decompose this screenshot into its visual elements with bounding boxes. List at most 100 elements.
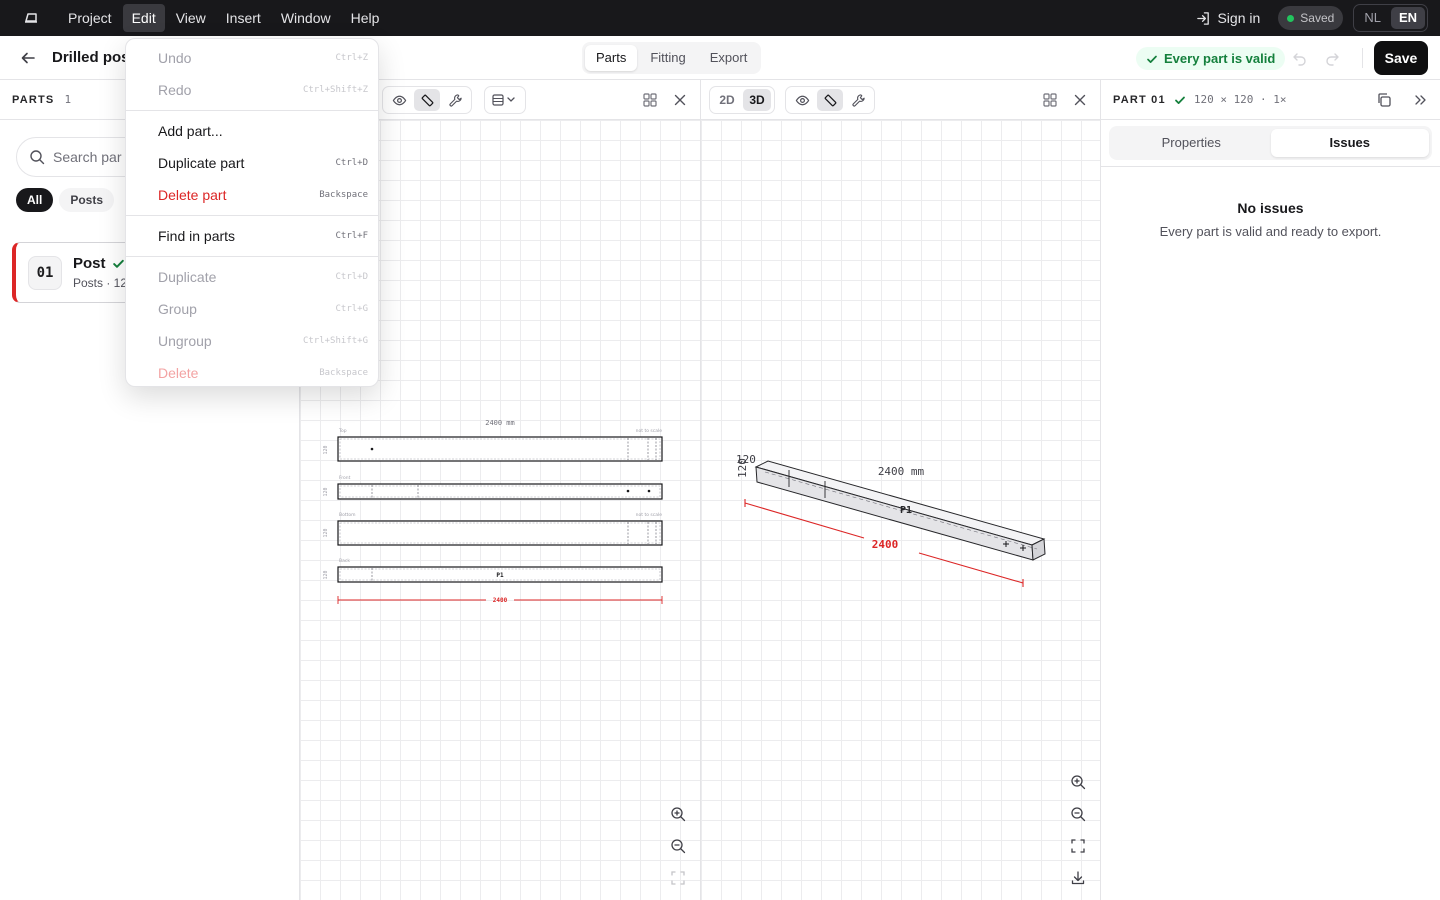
menu-item-label: Duplicate bbox=[158, 269, 217, 285]
visibility-eye-icon[interactable] bbox=[789, 89, 815, 111]
part-label-3d: P1 bbox=[900, 505, 912, 516]
menu-help[interactable]: Help bbox=[342, 4, 389, 32]
part-filters: All Posts bbox=[16, 188, 115, 212]
view-tools-3d bbox=[785, 86, 875, 114]
empty-title: No issues bbox=[1237, 200, 1304, 216]
menu-view[interactable]: View bbox=[167, 4, 215, 32]
saved-label: Saved bbox=[1300, 11, 1335, 25]
tab-properties[interactable]: Properties bbox=[1112, 129, 1271, 157]
save-button[interactable]: Save bbox=[1374, 41, 1428, 75]
copy-icon[interactable] bbox=[1376, 92, 1392, 108]
menu-item-label: Ungroup bbox=[158, 333, 212, 349]
wrench-icon[interactable] bbox=[442, 89, 468, 111]
tab-fitting[interactable]: Fitting bbox=[639, 45, 696, 71]
menu-item-delete-part[interactable]: Delete part Backspace bbox=[126, 179, 378, 211]
measure-ruler-icon[interactable] bbox=[817, 89, 843, 111]
app-logo-icon[interactable] bbox=[17, 4, 45, 32]
filter-posts[interactable]: Posts bbox=[59, 188, 115, 212]
preview-3d-pane[interactable]: 2D 3D P1 120 120 2400 mm 2400 bbox=[701, 80, 1101, 900]
menu-window[interactable]: Window bbox=[272, 4, 340, 32]
validation-status-label: Every part is valid bbox=[1164, 51, 1276, 66]
menu-edit[interactable]: Edit bbox=[122, 4, 165, 32]
collapse-panel-icon[interactable] bbox=[1412, 92, 1428, 108]
menu-separator bbox=[126, 110, 378, 111]
menu-item-shortcut: Ctrl+Shift+Z bbox=[302, 85, 368, 95]
tab-export[interactable]: Export bbox=[699, 45, 759, 71]
sign-in-button[interactable]: Sign in bbox=[1196, 10, 1260, 26]
menu-item-duplicate-part[interactable]: Duplicate part Ctrl+D bbox=[126, 147, 378, 179]
redo-icon[interactable] bbox=[1324, 50, 1340, 66]
saved-dot-icon bbox=[1287, 14, 1295, 22]
zoom-out-icon bbox=[1071, 807, 1086, 822]
visibility-eye-icon[interactable] bbox=[386, 89, 412, 111]
undo-icon[interactable] bbox=[1292, 50, 1308, 66]
menu-item-label: Delete bbox=[158, 365, 199, 381]
menu-item-ungroup[interactable]: Ungroup Ctrl+Shift+G bbox=[126, 325, 378, 357]
tab-parts[interactable]: Parts bbox=[585, 45, 638, 71]
parts-heading: PARTS bbox=[12, 93, 55, 106]
inspector-divider bbox=[1101, 166, 1440, 167]
zoom-out-2d-button[interactable] bbox=[665, 833, 691, 859]
issues-empty-state: No issues Every part is valid and ready … bbox=[1101, 200, 1440, 239]
mode-2d-button[interactable]: 2D bbox=[713, 89, 741, 111]
part-dimensions: 120 × 120 · 1× bbox=[1193, 93, 1287, 106]
fit-view-icon bbox=[671, 871, 685, 885]
view-tools-2d bbox=[382, 86, 472, 114]
tab-issues[interactable]: Issues bbox=[1270, 129, 1429, 157]
saved-status-badge: Saved bbox=[1278, 6, 1344, 30]
menu-item-delete[interactable]: Delete Backspace bbox=[126, 357, 378, 389]
layout-select[interactable] bbox=[484, 86, 526, 114]
menu-item-label: Undo bbox=[158, 50, 192, 66]
menu-item-label: Redo bbox=[158, 82, 192, 98]
pane-3d-toolbar: 2D 3D bbox=[701, 80, 1100, 120]
measure-ruler-icon[interactable] bbox=[414, 89, 440, 111]
view-bottom-outline bbox=[337, 520, 663, 546]
mode-3d-button[interactable]: 3D bbox=[743, 89, 771, 111]
dimension-mode-toggle: 2D 3D bbox=[709, 86, 775, 114]
menu-separator bbox=[126, 215, 378, 216]
grid-layout-icon[interactable] bbox=[642, 92, 658, 108]
height-label-front: 120 bbox=[323, 487, 329, 496]
menu-item-redo[interactable]: Redo Ctrl+Shift+Z bbox=[126, 74, 378, 106]
language-en[interactable]: EN bbox=[1390, 7, 1425, 29]
menu-item-add-part[interactable]: Add part... bbox=[126, 115, 378, 147]
toolbar-divider bbox=[1362, 48, 1363, 68]
menu-item-find-in-parts[interactable]: Find in parts Ctrl+F bbox=[126, 220, 378, 252]
zoom-out-3d-button[interactable] bbox=[1065, 801, 1091, 827]
menu-item-label: Add part... bbox=[158, 123, 223, 139]
menu-item-group[interactable]: Group Ctrl+G bbox=[126, 293, 378, 325]
zoom-in-2d-button[interactable] bbox=[665, 801, 691, 827]
fit-view-icon bbox=[1071, 839, 1085, 853]
empty-text: Every part is valid and ready to export. bbox=[1159, 224, 1382, 239]
filter-all[interactable]: All bbox=[16, 188, 54, 212]
wrench-icon[interactable] bbox=[845, 89, 871, 111]
close-pane-icon[interactable] bbox=[1072, 92, 1088, 108]
menu-item-shortcut: Backspace bbox=[319, 190, 368, 200]
grid-layout-icon[interactable] bbox=[1042, 92, 1058, 108]
menu-item-shortcut: Ctrl+Z bbox=[335, 53, 368, 63]
menu-item-label: Find in parts bbox=[158, 228, 236, 244]
menu-item-shortcut: Ctrl+F bbox=[335, 231, 368, 241]
height-label-bottom: 120 bbox=[323, 528, 329, 537]
scale-note-top: not to scale bbox=[636, 428, 663, 434]
validation-status-badge[interactable]: Every part is valid bbox=[1136, 47, 1286, 70]
part-number: 01 bbox=[28, 256, 62, 290]
menu-item-shortcut: Ctrl+D bbox=[335, 272, 368, 282]
sign-in-icon bbox=[1197, 11, 1210, 25]
fit-view-2d-button[interactable] bbox=[665, 865, 691, 891]
document-title[interactable]: Drilled pos bbox=[52, 49, 130, 66]
fit-view-3d-button[interactable] bbox=[1065, 833, 1091, 859]
language-nl[interactable]: NL bbox=[1356, 7, 1389, 29]
menu-insert[interactable]: Insert bbox=[217, 4, 270, 32]
close-pane-icon[interactable] bbox=[672, 92, 688, 108]
download-3d-button[interactable] bbox=[1065, 865, 1091, 891]
menu-project[interactable]: Project bbox=[59, 4, 121, 32]
menu-item-undo[interactable]: Undo Ctrl+Z bbox=[126, 42, 378, 74]
menu-item-duplicate[interactable]: Duplicate Ctrl+D bbox=[126, 261, 378, 293]
search-icon bbox=[30, 150, 45, 165]
inspector-tabs: Properties Issues bbox=[1109, 126, 1432, 160]
menu-item-label: Duplicate part bbox=[158, 155, 245, 171]
back-arrow-icon[interactable] bbox=[19, 49, 37, 67]
zoom-in-3d-button[interactable] bbox=[1065, 769, 1091, 795]
inspector-heading: PART 01 bbox=[1113, 93, 1166, 106]
